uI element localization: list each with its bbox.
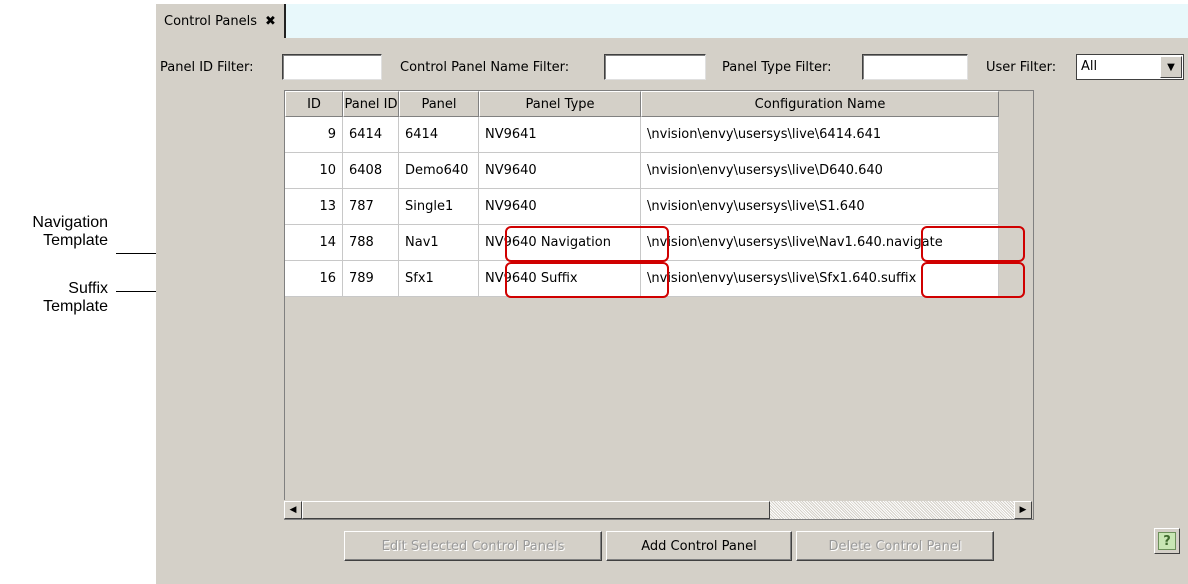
cell-panel-type: NV9640 <box>479 189 641 225</box>
cell-panel-id: 787 <box>343 189 399 225</box>
cell-panel: Sfx1 <box>399 261 479 297</box>
callout-text-line1: Navigation <box>32 214 108 231</box>
column-header-configuration-name[interactable]: Configuration Name <box>641 91 999 117</box>
close-icon[interactable]: ✖ <box>265 14 276 29</box>
tab-label: Control Panels <box>164 13 257 29</box>
delete-control-panel-button[interactable]: Delete Control Panel <box>796 531 994 561</box>
control-panels-table: ID Panel ID Panel Panel Type Configurati… <box>284 90 1034 520</box>
cell-panel-id: 789 <box>343 261 399 297</box>
cell-configuration-name: \nvision\envy\usersys\live\D640.640 <box>641 153 999 189</box>
horizontal-scrollbar[interactable]: ◀ ▶ <box>284 500 1032 519</box>
add-control-panel-button[interactable]: Add Control Panel <box>606 531 792 561</box>
edit-selected-button[interactable]: Edit Selected Control Panels <box>344 531 602 561</box>
type-filter-input[interactable] <box>862 54 968 80</box>
cell-id: 9 <box>285 117 343 153</box>
help-icon: ? <box>1158 532 1176 550</box>
cell-configuration-name: \nvision\envy\usersys\live\6414.641 <box>641 117 999 153</box>
name-filter-label: Control Panel Name Filter: <box>400 60 570 75</box>
cell-panel: Nav1 <box>399 225 479 261</box>
scroll-left-icon[interactable]: ◀ <box>284 501 302 519</box>
column-header-panel-type[interactable]: Panel Type <box>479 91 641 117</box>
column-header-id[interactable]: ID <box>285 91 343 117</box>
cell-id: 14 <box>285 225 343 261</box>
table-row[interactable]: 10 6408 Demo640 NV9640 \nvision\envy\use… <box>285 153 999 189</box>
user-filter-value: All <box>1081 59 1098 74</box>
scrollbar-track[interactable] <box>770 501 1014 519</box>
chevron-down-icon[interactable]: ▼ <box>1160 56 1182 78</box>
tab-control-panels[interactable]: Control Panels ✖ <box>156 4 286 38</box>
cell-panel: 6414 <box>399 117 479 153</box>
cell-id: 16 <box>285 261 343 297</box>
table-header: ID Panel ID Panel Panel Type Configurati… <box>285 91 999 117</box>
column-header-panel[interactable]: Panel <box>399 91 479 117</box>
cell-panel: Single1 <box>399 189 479 225</box>
callout-suffix-template: Suffix Template <box>10 280 108 316</box>
cell-panel-id: 788 <box>343 225 399 261</box>
panel-id-filter-label: Panel ID Filter: <box>160 60 254 75</box>
cell-panel: Demo640 <box>399 153 479 189</box>
cell-panel-type: NV9641 <box>479 117 641 153</box>
cell-id: 13 <box>285 189 343 225</box>
type-filter-label: Panel Type Filter: <box>722 60 832 75</box>
cell-panel-id: 6408 <box>343 153 399 189</box>
user-filter-select[interactable]: All ▼ <box>1076 54 1184 80</box>
cell-panel-id: 6414 <box>343 117 399 153</box>
table-row[interactable]: 9 6414 6414 NV9641 \nvision\envy\usersys… <box>285 117 999 153</box>
highlight-suffix-type <box>505 262 669 298</box>
cell-id: 10 <box>285 153 343 189</box>
tab-bar: Control Panels ✖ <box>156 4 1188 38</box>
highlight-suffix-extension <box>921 262 1025 298</box>
column-header-panel-id[interactable]: Panel ID <box>343 91 399 117</box>
callout-text-line2: Template <box>43 232 108 249</box>
name-filter-input[interactable] <box>604 54 706 80</box>
cell-configuration-name: \nvision\envy\usersys\live\S1.640 <box>641 189 999 225</box>
table-row[interactable]: 13 787 Single1 NV9640 \nvision\envy\user… <box>285 189 999 225</box>
highlight-navigation-type <box>505 226 669 262</box>
user-filter-label: User Filter: <box>986 60 1057 75</box>
highlight-navigate-extension <box>921 226 1025 262</box>
callout-navigation-template: Navigation Template <box>10 214 108 250</box>
callout-text-line1: Suffix <box>68 280 108 297</box>
panel-id-filter-input[interactable] <box>282 54 382 80</box>
help-button[interactable]: ? <box>1154 528 1180 554</box>
scrollbar-thumb[interactable] <box>302 501 770 519</box>
callout-text-line2: Template <box>43 298 108 315</box>
cell-panel-type: NV9640 <box>479 153 641 189</box>
scroll-right-icon[interactable]: ▶ <box>1014 501 1032 519</box>
